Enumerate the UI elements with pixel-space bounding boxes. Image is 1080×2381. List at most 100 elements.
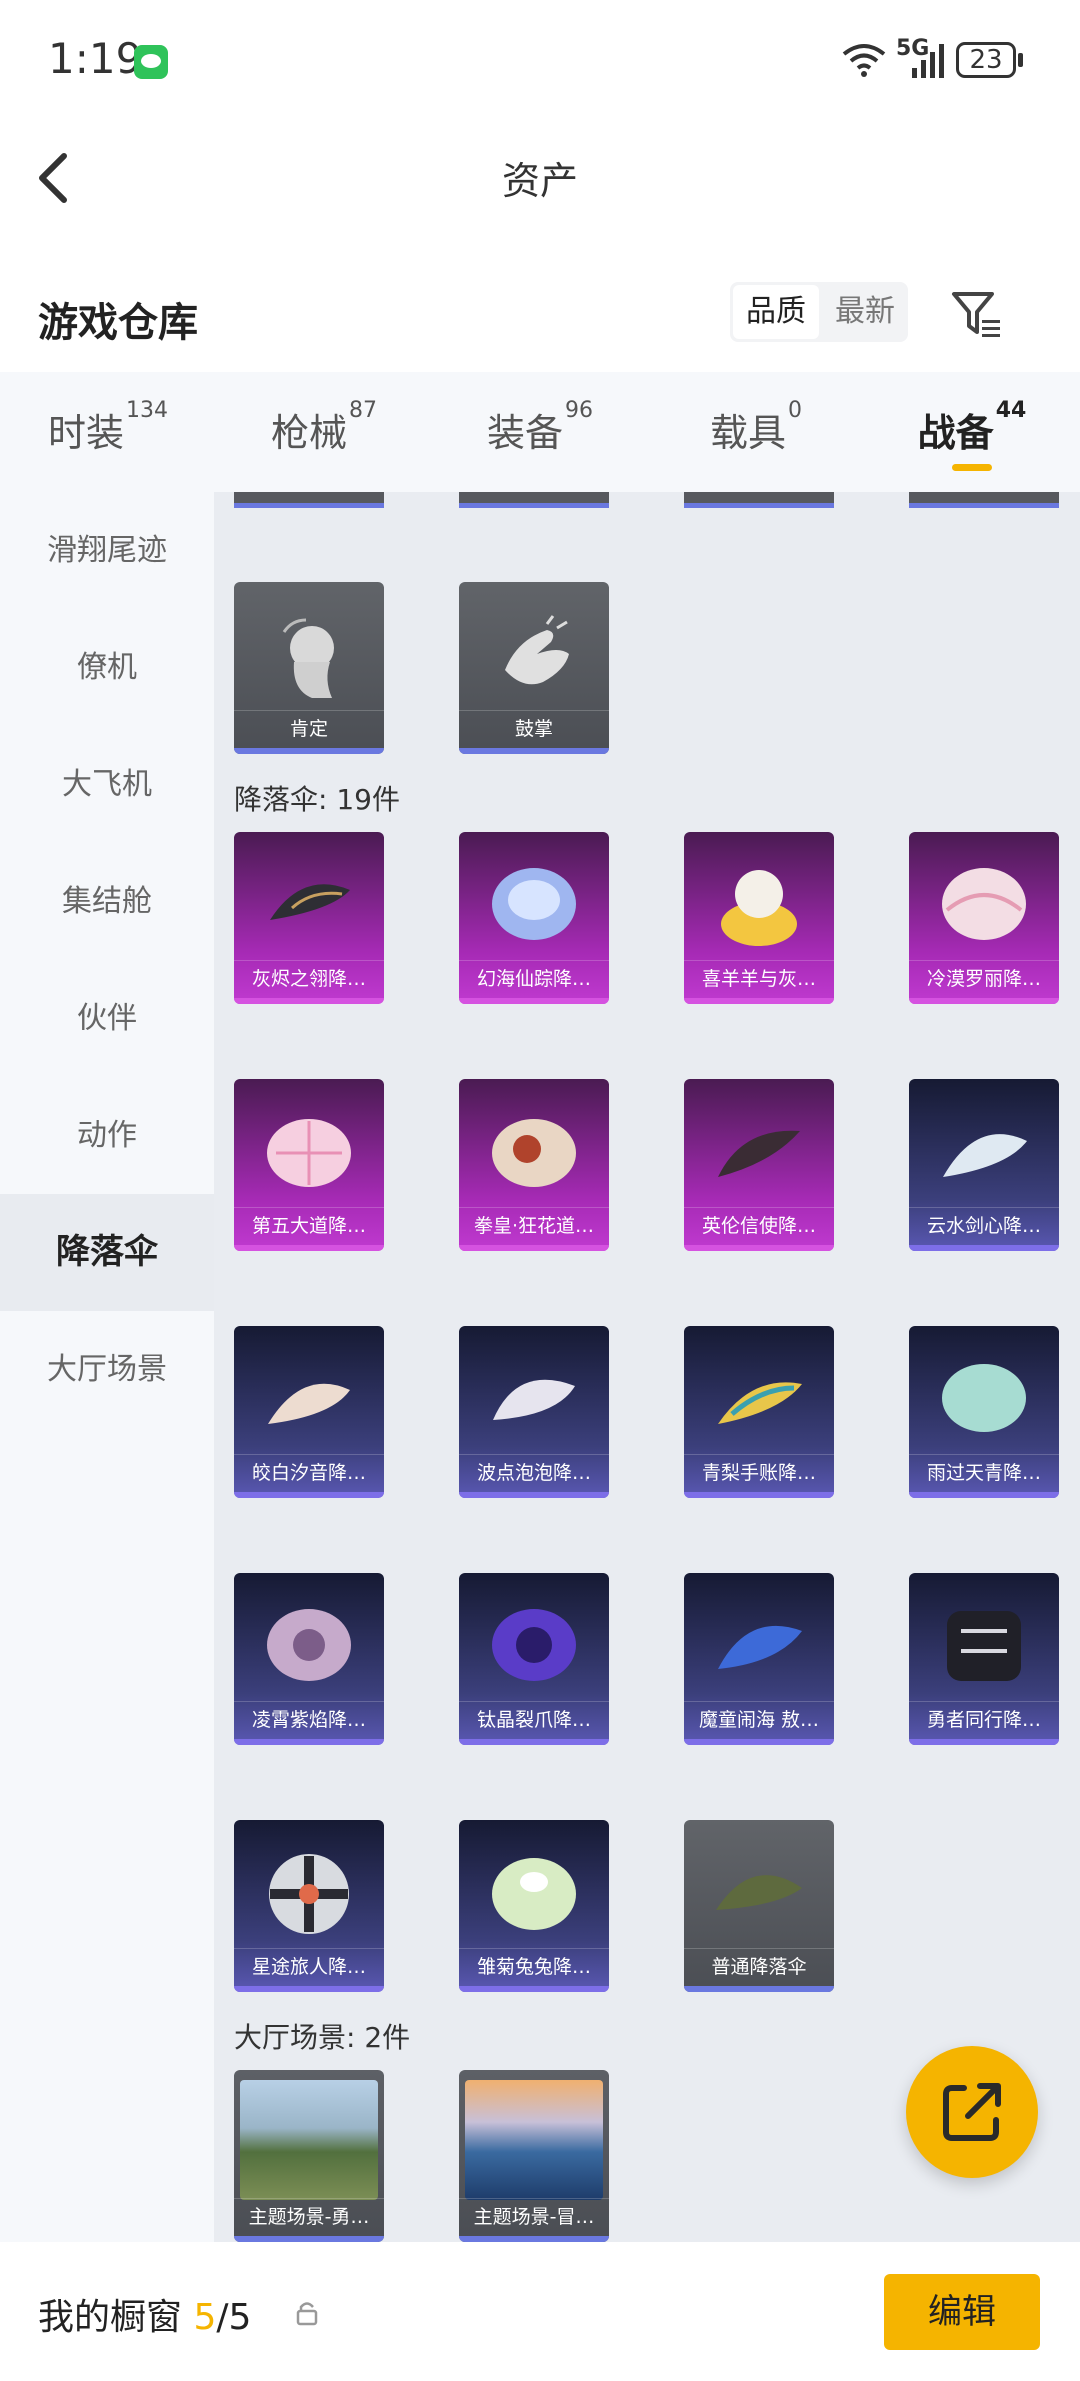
wifi-icon [842,44,886,77]
tab-count: 44 [995,398,1027,423]
item-label: 青梨手账降… [684,1454,834,1490]
item-card[interactable]: 凌霄紫焰降… [234,1573,384,1745]
tab-label: 装备 [486,411,563,455]
rarity-bar [234,1245,384,1251]
item-card[interactable]: 波点泡泡降… [459,1326,609,1498]
scene-thumbnail [240,2080,378,2200]
rarity-bar [684,1739,834,1745]
item-card[interactable]: 普通降落伞 [684,1820,834,1992]
item-card[interactable]: 鼓掌 [459,582,609,754]
item-card[interactable]: 喜羊羊与灰… [684,832,834,1004]
rarity-bar [459,748,609,754]
rarity-bar [234,1492,384,1498]
item-card[interactable]: 第五大道降… [234,1079,384,1251]
item-label: 主题场景-勇… [234,2198,384,2234]
tab-combat-gear[interactable]: 战备44 [864,372,1080,492]
item-card[interactable]: 雨过天青降… [909,1326,1059,1498]
parachute-icon [721,870,797,946]
parachute-icon [718,1130,800,1177]
item-card[interactable]: 英伦信使降… [684,1079,834,1251]
rarity-bar [909,998,1059,1004]
item-label: 凌霄紫焰降… [234,1701,384,1737]
item-card[interactable]: 拳皇·狂花道… [459,1079,609,1251]
sidebar-item-airplane[interactable]: 大飞机 [0,726,214,843]
section-title-parachutes: 降落伞: 19件 [234,783,400,816]
sidebar-item-glide-trail[interactable]: 滑翔尾迹 [0,492,214,609]
sidebar-item-assembly-pod[interactable]: 集结舱 [0,843,214,960]
wechat-notification-icon [134,45,168,79]
parachute-icon [943,1134,1027,1177]
rarity-bar [459,998,609,1004]
parachute-icon [716,1875,802,1910]
tab-label: 战备 [917,411,994,455]
tab-vehicles[interactable]: 载具0 [648,372,864,492]
partial-card[interactable] [234,492,384,508]
parachute-icon [942,868,1026,940]
item-card[interactable]: 皎白汐音降… [234,1326,384,1498]
sidebar-item-companion[interactable]: 伙伴 [0,960,214,1077]
item-label: 主题场景-冒… [459,2198,609,2234]
rarity-bar [459,1492,609,1498]
rarity-bar [234,748,384,754]
tab-count: 96 [565,398,593,423]
sidebar-item-wingman[interactable]: 僚机 [0,609,214,726]
section-title-lobby: 大厅场景: 2件 [234,2021,411,2054]
item-card[interactable]: 主题场景-冒… [459,2070,609,2242]
tab-equipment[interactable]: 装备96 [432,372,648,492]
item-card[interactable]: 钛晶裂爪降… [459,1573,609,1745]
item-label: 魔童闹海 敖… [684,1701,834,1737]
sidebar: 滑翔尾迹 僚机 大飞机 集结舱 伙伴 动作 降落伞 大厅场景 [0,492,214,2242]
tab-count: 87 [349,398,377,423]
sort-newest-button[interactable]: 最新 [822,282,908,342]
tab-count: 134 [126,398,168,423]
parachute-icon [492,1858,576,1930]
item-label: 幻海仙踪降… [459,960,609,996]
rarity-bar [684,1245,834,1251]
parachute-icon [492,1609,576,1681]
showcase-label: 我的橱窗 [38,2297,183,2338]
sidebar-item-parachute[interactable]: 降落伞 [0,1194,214,1311]
item-card[interactable]: 雏菊兔兔降… [459,1820,609,1992]
item-card[interactable]: 幻海仙踪降… [459,832,609,1004]
bottom-bar: 我的橱窗 5/5 编辑 [0,2242,1080,2381]
share-button[interactable] [906,2046,1038,2178]
item-grid: 肯定 鼓掌 降落伞: 19件 灰烬之翎降… 幻海仙踪降… 喜羊羊与灰… 冷漠罗丽… [214,492,1080,2242]
item-label: 英伦信使降… [684,1207,834,1243]
item-card[interactable]: 冷漠罗丽降… [909,832,1059,1004]
battery-tip [1018,53,1023,67]
partial-card[interactable] [684,492,834,508]
sidebar-item-lobby-scene[interactable]: 大厅场景 [0,1311,214,1428]
item-card[interactable]: 青梨手账降… [684,1326,834,1498]
rarity-bar [234,1986,384,1992]
clap-emote-icon [505,615,569,685]
tab-label: 枪械 [270,411,347,455]
item-card[interactable]: 勇者同行降… [909,1573,1059,1745]
tab-fashion[interactable]: 时装134 [0,372,216,492]
rarity-bar [234,1739,384,1745]
item-card[interactable]: 灰烬之翎降… [234,832,384,1004]
tab-firearms[interactable]: 枪械87 [216,372,432,492]
item-card[interactable]: 星途旅人降… [234,1820,384,1992]
rarity-bar [684,1986,834,1992]
item-card[interactable]: 云水剑心降… [909,1079,1059,1251]
tab-label: 载具 [709,411,786,455]
parachute-icon [267,1119,351,1187]
rarity-bar [459,1986,609,1992]
partial-card[interactable] [459,492,609,508]
parachute-icon [718,1625,802,1669]
tab-count: 0 [788,398,802,423]
app-header: 资产 [0,120,1080,230]
item-card[interactable]: 魔童闹海 敖… [684,1573,834,1745]
item-card[interactable]: 肯定 [234,582,384,754]
item-card[interactable]: 主题场景-勇… [234,2070,384,2242]
sort-quality-button[interactable]: 品质 [733,285,819,339]
category-tabs: 时装134 枪械87 装备96 载具0 战备44 [0,372,1080,492]
sort-toggle: 品质 最新 [730,282,908,342]
sidebar-item-emotes[interactable]: 动作 [0,1077,214,1194]
filter-icon[interactable] [950,288,1004,342]
nod-emote-icon [282,618,334,698]
parachute-icon [267,1609,351,1681]
parachute-icon [493,1379,575,1420]
edit-button[interactable]: 编辑 [884,2274,1040,2350]
partial-card[interactable] [909,492,1059,508]
